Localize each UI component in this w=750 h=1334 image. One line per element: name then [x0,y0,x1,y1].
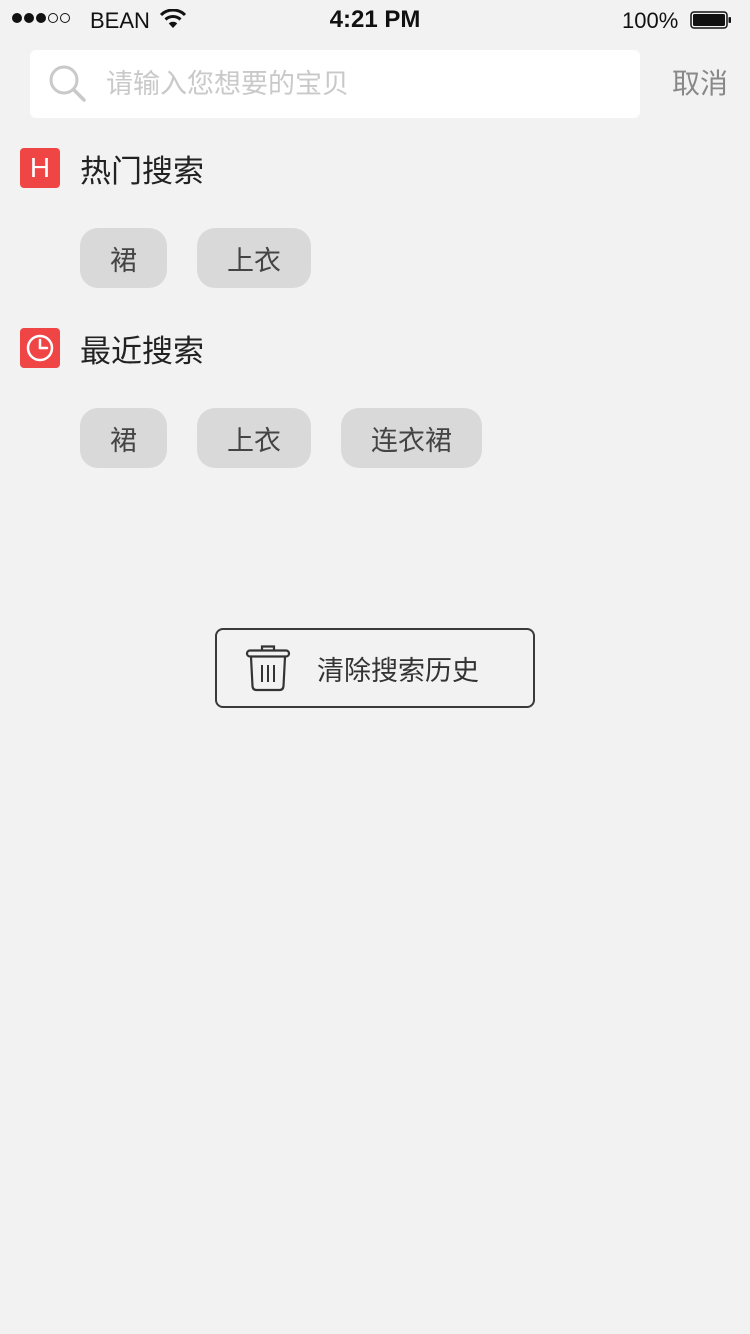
clear-history-label: 清除搜索历史 [317,655,479,687]
recent-search-title: 最近搜索 [80,333,204,370]
recent-search-tag[interactable]: 连衣裙 [341,408,482,468]
recent-search-tag[interactable]: 上衣 [197,408,311,468]
cancel-button[interactable]: 取消 [660,62,740,102]
search-input[interactable] [106,50,626,118]
hot-h-icon: H [20,148,60,188]
trash-icon [245,645,291,692]
hot-search-title: 热门搜索 [80,153,204,190]
status-bar: BEAN 4:21 PM 100% [0,0,750,40]
clock-icon [20,328,60,368]
recent-search-header: 最近搜索 [20,328,204,370]
hot-search-header: H 热门搜索 [20,148,204,190]
battery-percentage: 100% [622,8,679,33]
battery-icon [690,11,731,29]
search-bar[interactable] [30,50,640,118]
hot-search-tags: 裙 上衣 [80,228,311,288]
recent-search-tag[interactable]: 裙 [80,408,167,468]
hot-search-tag[interactable]: 上衣 [197,228,311,288]
recent-search-tags: 裙 上衣 连衣裙 [80,408,482,468]
clear-history-button[interactable]: 清除搜索历史 [215,628,535,708]
search-icon [49,65,86,102]
hot-search-tag[interactable]: 裙 [80,228,167,288]
